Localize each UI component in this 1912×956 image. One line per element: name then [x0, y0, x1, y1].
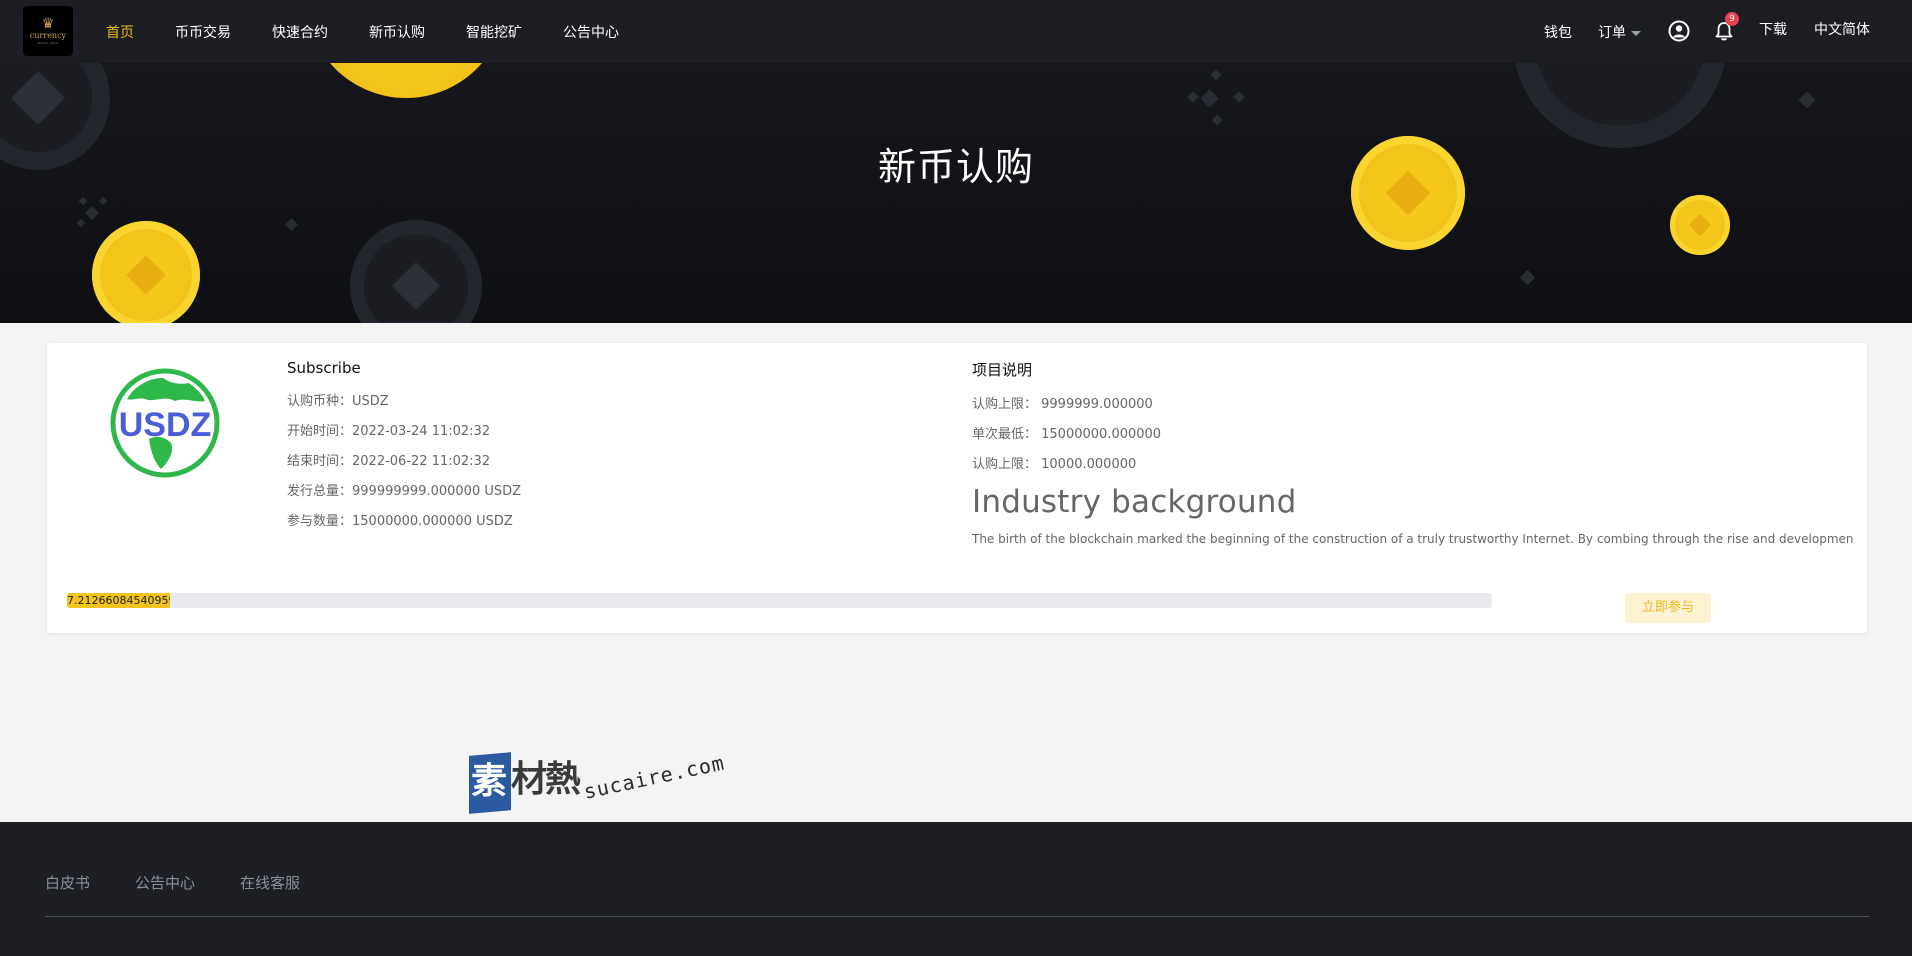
- hero-banner: 新币认购: [0, 63, 1912, 323]
- footer-divider: [45, 916, 1869, 917]
- top-navbar: ♛ currency Bitcoin wallet 首页 币币交易 快速合约 新…: [0, 0, 1912, 63]
- decorative-diamond: [1519, 269, 1536, 286]
- crown-icon: ♛: [41, 15, 55, 32]
- info-total-issue: 发行总量：999999999.000000 USDZ: [287, 484, 522, 499]
- subscribe-title: Subscribe: [287, 359, 361, 377]
- decorative-diamond: [78, 196, 88, 206]
- brand-logo[interactable]: ♛ currency Bitcoin wallet: [23, 6, 73, 56]
- info-coin-type: 认购币种：USDZ: [287, 394, 389, 409]
- page-footer: 白皮书 公告中心 在线客服: [0, 822, 1912, 956]
- download-link[interactable]: 下载: [1759, 19, 1787, 39]
- subscription-progress-bar: [67, 593, 1492, 608]
- decorative-coin: [350, 220, 482, 323]
- user-icon[interactable]: [1668, 20, 1690, 46]
- decorative-diamond: [84, 205, 100, 221]
- footer-links: 白皮书 公告中心 在线客服: [45, 872, 345, 893]
- project-description: 项目说明 认购上限： 9999999.000000 单次最低： 15000000…: [972, 359, 1867, 546]
- info-max-subscription: 认购上限： 9999999.000000: [972, 397, 1153, 412]
- footer-link-whitepaper[interactable]: 白皮书: [45, 872, 90, 893]
- decorative-diamond: [98, 196, 108, 206]
- orders-dropdown[interactable]: 订单: [1598, 22, 1641, 42]
- nav-item-spot-trading[interactable]: 币币交易: [175, 22, 231, 42]
- info-end-time: 结束时间：2022-06-22 11:02:32: [287, 454, 491, 469]
- page-title: 新币认购: [877, 145, 1034, 189]
- notification-badge: 9: [1725, 12, 1739, 26]
- subscribe-info: Subscribe 认购币种：USDZ 开始时间：2022-03-24 11:0…: [287, 359, 927, 537]
- wallet-link[interactable]: 钱包: [1544, 22, 1572, 42]
- coin-logo-text: USDZ: [119, 406, 212, 444]
- nav-item-smart-mining[interactable]: 智能挖矿: [466, 22, 522, 42]
- decorative-diamond: [285, 218, 298, 231]
- footer-link-online-support[interactable]: 在线客服: [240, 872, 300, 893]
- nav-item-announcements[interactable]: 公告中心: [563, 22, 619, 42]
- subscription-card: USDZ Subscribe 认购币种：USDZ 开始时间：2022-03-24…: [47, 343, 1867, 633]
- info-start-time: 开始时间：2022-03-24 11:02:32: [287, 424, 491, 439]
- usdz-coin-logo: USDZ: [105, 363, 225, 483]
- nav-item-home[interactable]: 首页: [106, 22, 134, 42]
- decorative-diamond: [1211, 114, 1223, 126]
- info-single-min: 单次最低： 15000000.000000: [972, 427, 1162, 442]
- nav-item-new-coin-subscription[interactable]: 新币认购: [369, 22, 425, 42]
- nav-item-quick-contract[interactable]: 快速合约: [272, 22, 328, 42]
- decorative-diamond: [1210, 69, 1222, 81]
- decorative-diamond: [1798, 91, 1816, 109]
- info-subscription-limit: 认购上限： 10000.000000: [972, 457, 1137, 472]
- decorative-diamond: [1187, 91, 1199, 103]
- language-selector[interactable]: 中文简体: [1814, 19, 1870, 39]
- info-participation: 参与数量：15000000.000000 USDZ: [287, 514, 513, 529]
- watermark-logo: 素 材熱 sucaire.com: [469, 750, 727, 814]
- footer-link-announcements[interactable]: 公告中心: [135, 872, 195, 893]
- project-title: 项目说明: [972, 361, 1033, 379]
- decorative-coin: [1670, 195, 1730, 255]
- notification-bell[interactable]: 9: [1713, 12, 1739, 46]
- industry-background-text: The birth of the blockchain marked the b…: [972, 532, 1854, 546]
- logo-subtext: Bitcoin wallet: [37, 40, 59, 45]
- orders-label: 订单: [1598, 25, 1626, 41]
- decorative-coin: [306, 63, 506, 98]
- logo-text: currency: [29, 30, 67, 40]
- main-nav: 首页 币币交易 快速合约 新币认购 智能挖矿 公告中心: [106, 0, 660, 63]
- progress-value: 7.21266084540959: [67, 595, 170, 607]
- chevron-down-icon: [1631, 30, 1641, 36]
- industry-background-title: Industry background: [972, 484, 1297, 520]
- decorative-diamond: [1233, 91, 1245, 103]
- decorative-diamond: [1200, 89, 1219, 108]
- decorative-coin: [92, 221, 200, 323]
- join-now-button[interactable]: 立即参与: [1625, 593, 1711, 623]
- decorative-diamond: [76, 218, 86, 228]
